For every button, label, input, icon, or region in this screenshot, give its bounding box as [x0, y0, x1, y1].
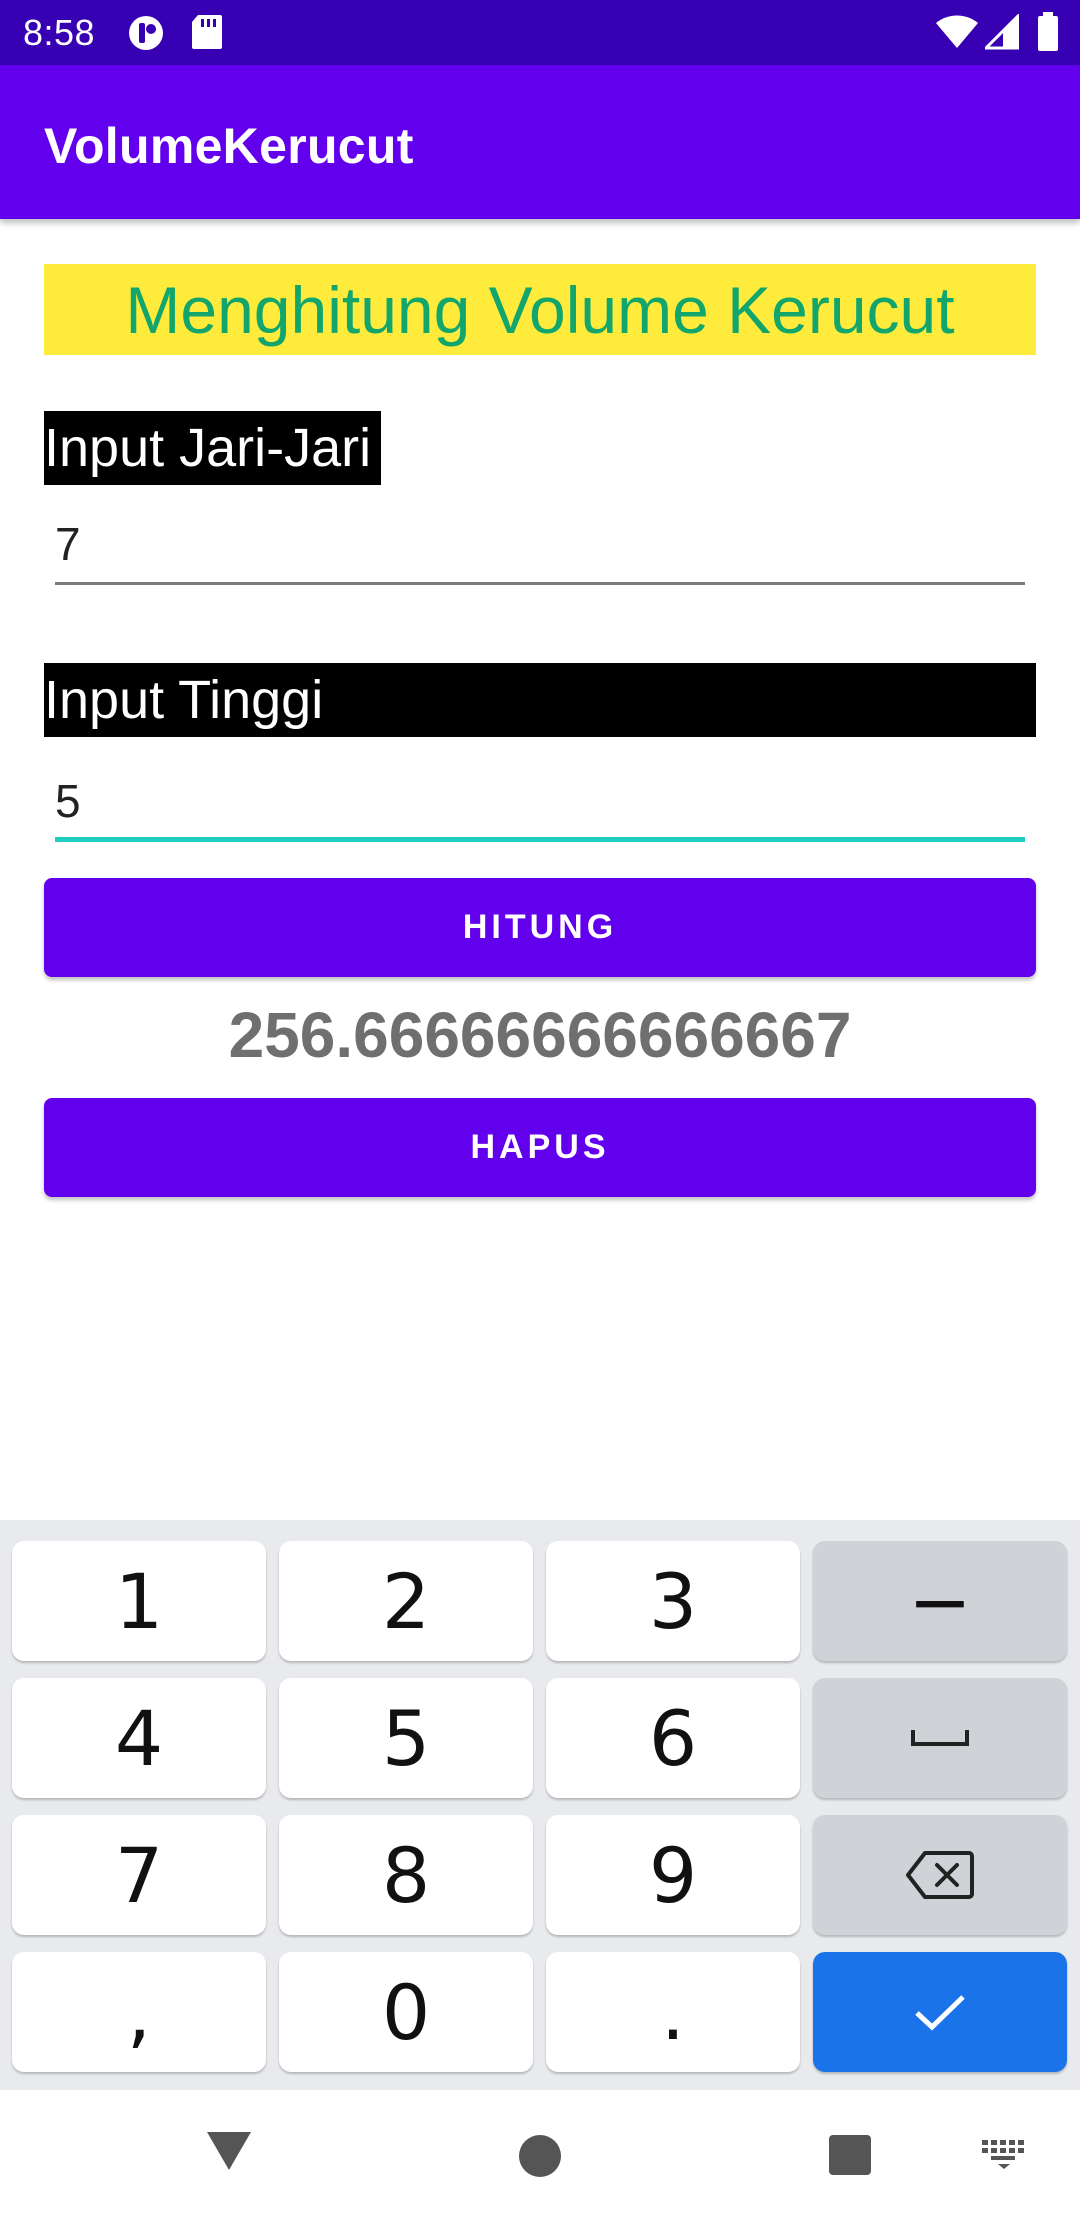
calculate-button[interactable]: HITUNG — [44, 878, 1036, 977]
key-2[interactable]: 2 — [279, 1541, 533, 1661]
battery-icon — [1037, 12, 1059, 57]
height-label: Input Tinggi — [44, 663, 1036, 737]
key-4[interactable]: 4 — [12, 1678, 266, 1798]
status-bar: 8:58 — [0, 0, 1080, 65]
app-screen: 8:58 VolumeKerucut Menghitung Volume Ker… — [0, 0, 1080, 2220]
height-input[interactable]: 5 — [55, 762, 1025, 842]
app-bar: VolumeKerucut — [0, 65, 1080, 219]
navigation-bar — [0, 2090, 1080, 2220]
key-1[interactable]: 1 — [12, 1541, 266, 1661]
recents-icon[interactable] — [829, 2135, 871, 2175]
status-time: 8:58 — [23, 12, 96, 53]
radius-input-value: 7 — [55, 518, 81, 570]
key-backspace[interactable] — [813, 1815, 1067, 1935]
keyboard-switch-icon[interactable] — [982, 2140, 1026, 2175]
page-title: Menghitung Volume Kerucut — [125, 272, 955, 347]
cell-signal-icon — [982, 12, 1020, 55]
key-period[interactable]: . — [546, 1952, 800, 2072]
result-text: 256.66666666666667 — [228, 999, 852, 1071]
key-7[interactable]: 7 — [12, 1815, 266, 1935]
heading-banner: Menghitung Volume Kerucut — [44, 264, 1036, 355]
key-8[interactable]: 8 — [279, 1815, 533, 1935]
key-done[interactable] — [813, 1952, 1067, 2072]
height-input-value: 5 — [55, 775, 81, 827]
key-minus[interactable]: − — [813, 1541, 1067, 1661]
key-space[interactable] — [813, 1678, 1067, 1798]
app-notification-icon — [126, 13, 166, 58]
backspace-icon — [906, 1851, 974, 1899]
key-0[interactable]: 0 — [279, 1952, 533, 2072]
radius-input-underline — [55, 582, 1025, 585]
key-5[interactable]: 5 — [279, 1678, 533, 1798]
checkmark-icon — [915, 1995, 965, 2031]
clear-button[interactable]: HAPUS — [44, 1098, 1036, 1197]
wifi-icon — [935, 14, 979, 55]
key-6[interactable]: 6 — [546, 1678, 800, 1798]
radius-input[interactable]: 7 — [55, 505, 1025, 585]
home-icon[interactable] — [519, 2135, 561, 2177]
key-comma[interactable]: , — [12, 1952, 266, 2072]
radius-label: Input Jari-Jari — [44, 411, 381, 485]
height-input-underline — [55, 837, 1025, 842]
sd-card-icon — [190, 13, 224, 56]
app-title: VolumeKerucut — [44, 118, 414, 174]
back-icon[interactable] — [205, 2130, 253, 2177]
key-9[interactable]: 9 — [546, 1815, 800, 1935]
key-3[interactable]: 3 — [546, 1541, 800, 1661]
space-icon — [911, 1730, 969, 1746]
